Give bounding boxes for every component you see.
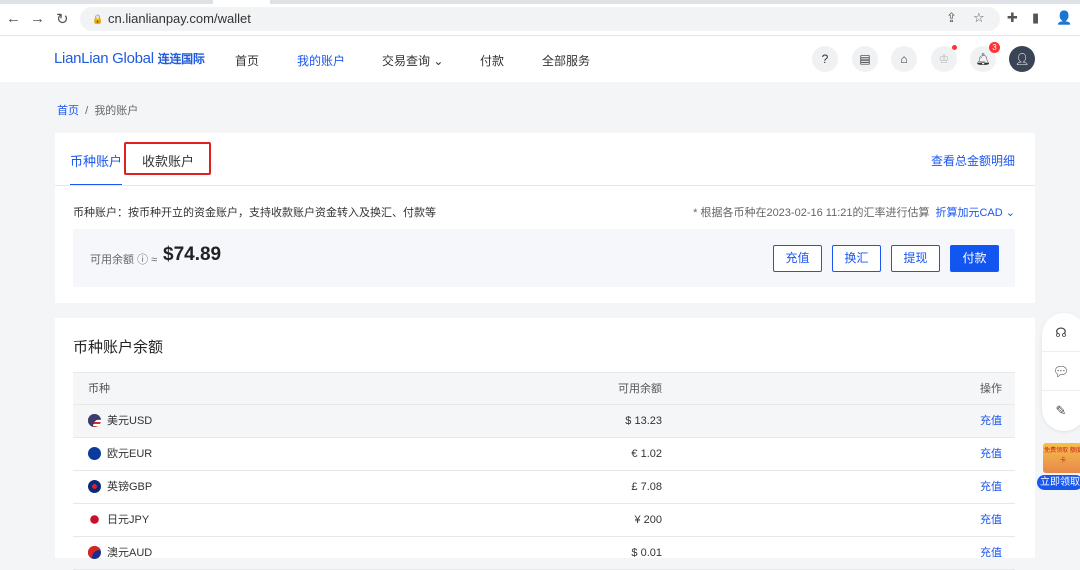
logo-text: LianLian Global (54, 50, 154, 67)
tab-strip (0, 0, 1080, 4)
lock-icon: 🔒 (92, 14, 104, 24)
currency-amount: € 1.02 (631, 448, 662, 460)
exchange-button[interactable]: 换汇 (832, 245, 881, 272)
top-up-link[interactable]: 充值 (980, 405, 1002, 438)
browser-toolbar: ← → ↻ 🔒 cn.lianlianpay.com/wallet ⇪ ☆ ✚ ▮… (0, 0, 1080, 36)
top-up-link[interactable]: 充值 (980, 504, 1002, 537)
account-description: 币种账户：按币种开立的资金账户，支持收款账户资金转入及换汇、付款等 (73, 207, 436, 219)
site-header: LianLian Global 连连国际 首页 我的账户 交易查询 ⌄ 付款 全部… (0, 36, 1080, 82)
top-up-link[interactable]: 充值 (980, 537, 1002, 570)
section-title: 币种账户余额 (73, 339, 164, 356)
info-icon[interactable]: ⓘ (137, 254, 148, 266)
logo-cn: 连连国际 (157, 52, 205, 66)
logo[interactable]: LianLian Global 连连国际 (54, 50, 205, 67)
table-header: 币种 可用余额 操作 (73, 372, 1015, 405)
side-panel-icon[interactable]: ▮ (1032, 10, 1039, 26)
divider (55, 185, 1035, 186)
withdraw-button[interactable]: 提现 (891, 245, 940, 272)
japan-flag-icon (88, 512, 101, 526)
rate-note: * 根据各币种在2023-02-16 11:21的汇率进行估算 折算加元CAD ⌄ (693, 204, 1015, 220)
currency-name: 美元USD (107, 415, 153, 427)
balance-value: $74.89 (163, 244, 222, 265)
bookmark-star-icon[interactable]: ☆ (973, 10, 985, 26)
currency-name: 英镑GBP (107, 481, 153, 493)
balance-label: 可用余额 ⓘ ≈ (90, 251, 157, 267)
crown-icon[interactable]: ♔ (931, 45, 957, 72)
australia-flag-icon (88, 545, 101, 559)
promo-card: 免费领取 额度卡 (1043, 443, 1080, 473)
header-currency: 币种 (88, 383, 110, 395)
breadcrumb-home[interactable]: 首页 (57, 105, 79, 117)
view-total-details-link[interactable]: 查看总金额明细 (931, 152, 1015, 169)
address-bar[interactable]: 🔒 cn.lianlianpay.com/wallet (80, 7, 1000, 31)
table-row: 日元JPY ¥ 200 充值 (73, 504, 1015, 537)
chevron-down-icon: ⌄ (433, 54, 444, 68)
nav-home[interactable]: 首页 (235, 52, 259, 69)
top-up-link[interactable]: 充值 (980, 438, 1002, 471)
pay-button[interactable]: 付款 (950, 245, 999, 272)
currency-amount: $ 0.01 (631, 547, 662, 559)
us-flag-icon (88, 413, 101, 427)
profile-icon[interactable]: 👤 (1056, 10, 1072, 26)
chat-icon[interactable]: 💬︎ (1042, 352, 1080, 391)
header-balance: 可用余额 (618, 383, 662, 395)
eu-flag-icon (88, 446, 101, 460)
balance-label-text: 可用余额 (90, 254, 134, 266)
breadcrumb-sep: / (85, 105, 89, 117)
table-row: 美元USD $ 13.23 充值 (73, 405, 1015, 438)
highlight-box (124, 142, 211, 175)
bell-icon[interactable]: 🔔︎ 3 (970, 42, 1000, 72)
nav-all-services[interactable]: 全部服务 (542, 52, 590, 69)
currency-amount: ¥ 200 (634, 514, 662, 526)
currency-name: 日元JPY (107, 514, 150, 526)
currency-amount: £ 7.08 (631, 481, 662, 493)
table-row: 澳元AUD $ 0.01 充值 (73, 537, 1015, 570)
balance-box: 可用余额 ⓘ ≈ $74.89 充值 换汇 提现 付款 (73, 229, 1015, 287)
approx-sign: ≈ (151, 254, 158, 266)
gift-icon[interactable]: ⌂ (891, 46, 917, 72)
reload-icon[interactable]: ↻ (56, 10, 69, 28)
floating-toolbar: ☊ 💬︎ ✎ (1042, 313, 1080, 431)
share-icon[interactable]: ⇪ (946, 10, 957, 26)
breadcrumb: 首页 / 我的账户 (57, 102, 138, 118)
currency-balances-card: 币种账户余额 币种 可用余额 操作 美元USD $ 13.23 充值 欧元EUR € 1.… (55, 318, 1035, 570)
nav-payment[interactable]: 付款 (480, 52, 504, 69)
forward-icon[interactable]: → (30, 10, 45, 27)
url-text: cn.lianlianpay.com/wallet (108, 11, 251, 26)
nav-transactions[interactable]: 交易查询 ⌄ (382, 52, 443, 69)
currency-amount: $ 13.23 (625, 415, 662, 427)
calendar-icon[interactable]: ▤ (852, 46, 878, 72)
currency-name: 欧元EUR (107, 448, 153, 460)
breadcrumb-current: 我的账户 (94, 105, 139, 117)
rate-note-text: * 根据各币种在2023-02-16 11:21的汇率进行估算 (693, 207, 930, 219)
uk-flag-icon (88, 479, 101, 493)
table-row: 英镑GBP £ 7.08 充值 (73, 471, 1015, 504)
red-dot (952, 45, 957, 50)
top-up-button[interactable]: 充值 (773, 245, 822, 272)
back-icon[interactable]: ← (6, 10, 21, 27)
currency-name: 澳元AUD (107, 547, 153, 559)
table-row: 欧元EUR € 1.02 充值 (73, 438, 1015, 471)
currency-convert-select[interactable]: 折算加元CAD ⌄ (935, 207, 1015, 219)
account-summary-card: 币种账户 收款账户 查看总金额明细 币种账户：按币种开立的资金账户，支持收款账户… (55, 133, 1035, 303)
notification-badge: 3 (989, 42, 1000, 53)
top-up-link[interactable]: 充值 (980, 471, 1002, 504)
currency-table: 币种 可用余额 操作 美元USD $ 13.23 充值 欧元EUR € 1.02 充值 英镑… (73, 372, 1015, 570)
promo-widget[interactable]: 免费领取 额度卡 立即领取 (1037, 443, 1080, 491)
convert-label: 折算加元CAD (935, 207, 1003, 219)
nav-my-account[interactable]: 我的账户 (297, 52, 345, 69)
header-action: 操作 (980, 383, 1002, 395)
help-icon[interactable]: ? (812, 46, 838, 72)
edit-icon[interactable]: ✎ (1042, 391, 1080, 430)
avatar[interactable]: 👤︎ (1009, 46, 1035, 72)
headset-icon[interactable]: ☊ (1042, 313, 1080, 352)
extensions-icon[interactable]: ✚ (1007, 10, 1018, 26)
tab-currency-account[interactable]: 币种账户 (70, 151, 123, 186)
promo-cta[interactable]: 立即领取 (1037, 475, 1080, 490)
nav-transactions-label: 交易查询 (382, 54, 431, 68)
